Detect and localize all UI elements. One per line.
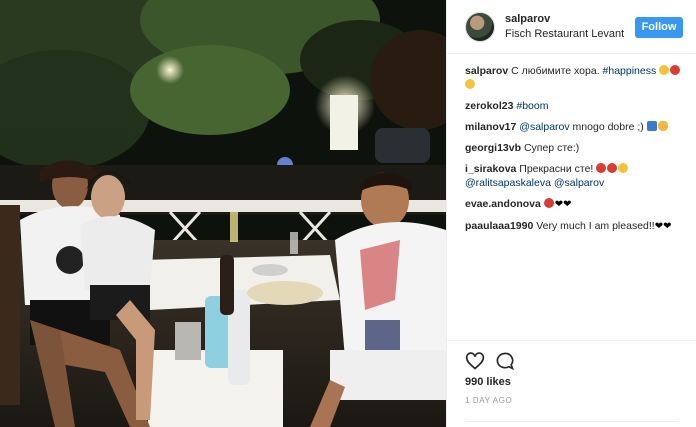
hearts-text: ❤❤ xyxy=(654,221,672,232)
hashtag-link[interactable]: #boom xyxy=(516,100,548,112)
comment-bubble-icon[interactable] xyxy=(495,351,515,371)
comment-text: Прекрасни сте! xyxy=(519,163,594,175)
post-actions: 990 likes 1 DAY AGO xyxy=(447,340,696,427)
comment: milanov17 @salparov mnogo dobre ;) xyxy=(465,120,689,134)
comment-user[interactable]: salparov xyxy=(465,65,508,77)
comment: i_sirakova Прекрасни сте! @ralitsapaskal… xyxy=(465,162,689,190)
comment-user[interactable]: georgi13vb xyxy=(465,142,521,154)
likes-count[interactable]: 990 likes xyxy=(465,376,511,388)
post-sidebar: salparov Fisch Restaurant Levant Follow … xyxy=(446,0,696,427)
header-location[interactable]: Fisch Restaurant Levant xyxy=(505,28,624,40)
smile-emoji-icon xyxy=(659,65,670,75)
comment: evae.andonova ❤❤ xyxy=(465,197,689,212)
heart-eyes-emoji-icon xyxy=(596,163,607,173)
follow-button[interactable]: Follow xyxy=(635,17,683,38)
avatar[interactable] xyxy=(465,12,495,42)
comment-text: mnogo dobre ;) xyxy=(569,121,644,133)
comment-user[interactable]: zerokol23 xyxy=(465,100,513,112)
comment-list: salparov С любимите хора. #happiness zer… xyxy=(465,64,689,241)
heart-emoji-icon xyxy=(670,65,681,75)
comment-user[interactable]: milanov17 xyxy=(465,121,516,133)
hashtag-link[interactable]: #happiness xyxy=(603,65,657,77)
comment-caption: salparov С любимите хора. #happiness xyxy=(465,64,689,92)
heart-outline-icon[interactable] xyxy=(465,351,485,371)
comment-text: Very much I am pleased!! xyxy=(536,220,655,232)
comment-user[interactable]: paaulaaa1990 xyxy=(465,220,533,232)
comment-text: С любимите хора. xyxy=(511,65,603,77)
photo-illustration xyxy=(0,0,446,427)
comment: georgi13vb Супер сте:) xyxy=(465,141,689,155)
comment-text: Супер сте:) xyxy=(523,142,580,154)
hearts-text: ❤❤ xyxy=(554,199,572,210)
clap-emoji-icon xyxy=(657,121,668,131)
monkey-emoji-icon xyxy=(607,163,618,173)
grin-emoji-icon xyxy=(465,79,475,89)
mention-link[interactable]: @ralitsapaskaleva @salparov xyxy=(465,177,604,189)
heart-eyes-emoji-icon xyxy=(543,198,554,208)
add-comment-divider xyxy=(465,421,679,427)
post-timestamp: 1 DAY AGO xyxy=(465,396,513,405)
anchor-emoji-icon xyxy=(646,121,657,131)
comment: paaulaaa1990 Very much I am pleased!!❤❤ xyxy=(465,219,689,234)
post-photo[interactable] xyxy=(0,0,446,427)
comment-user[interactable]: evae.andonova xyxy=(465,198,541,210)
comment: zerokol23 #boom xyxy=(465,99,689,113)
comment-user[interactable]: i_sirakova xyxy=(465,163,516,175)
smile-emoji-icon xyxy=(618,163,629,173)
mention-link[interactable]: @salparov xyxy=(519,121,569,133)
post-header: salparov Fisch Restaurant Levant Follow xyxy=(447,0,696,54)
header-username[interactable]: salparov xyxy=(505,13,550,25)
